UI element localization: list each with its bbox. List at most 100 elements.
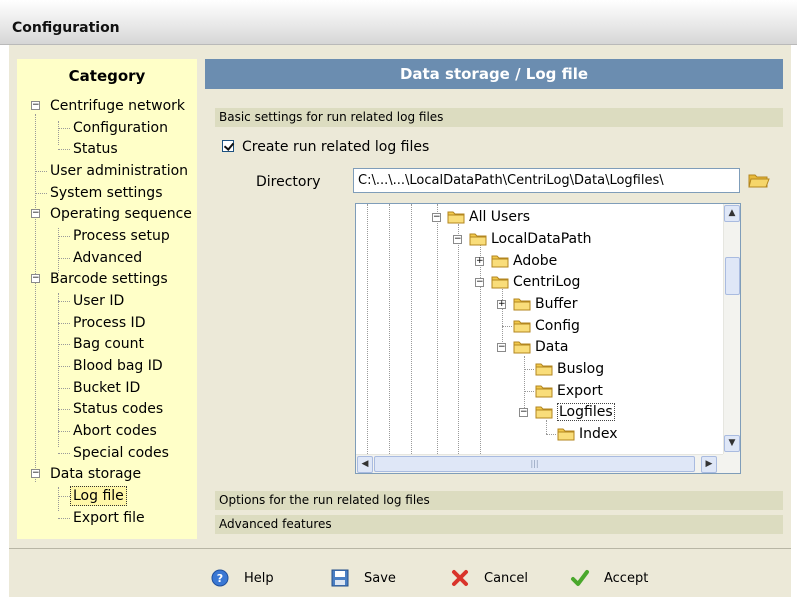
- tree-node-config[interactable]: Config: [513, 317, 580, 335]
- tree-node-label: LocalDataPath: [491, 231, 592, 247]
- sidebar-item-process-setup[interactable]: Process setup: [73, 227, 170, 245]
- sidebar-item-status[interactable]: Status: [73, 140, 118, 158]
- folder-icon: [535, 406, 553, 419]
- sidebar-item-configuration[interactable]: Configuration: [73, 119, 168, 137]
- sidebar-item-log-file[interactable]: Log file: [70, 486, 127, 506]
- sidebar-item-system-settings[interactable]: System settings: [50, 184, 163, 202]
- sidebar-item-barcode-settings[interactable]: Barcode settings: [50, 270, 168, 288]
- tree-line: [35, 171, 47, 172]
- tree-line: [58, 409, 70, 410]
- scroll-left-icon[interactable]: ◀: [357, 456, 373, 473]
- sidebar-item-bag-count[interactable]: Bag count: [73, 335, 144, 353]
- folder-icon: [469, 233, 487, 246]
- tree-node-localdatapath[interactable]: LocalDataPath: [469, 230, 591, 248]
- sidebar-item-abort-codes[interactable]: Abort codes: [73, 422, 157, 440]
- checkbox-label: Create run related log files: [242, 139, 430, 155]
- tree-line: [502, 284, 503, 348]
- save-label: Save: [364, 571, 396, 586]
- tree-line: [58, 301, 70, 302]
- tree-toggle[interactable]: −: [453, 235, 462, 244]
- tree-toggle[interactable]: −: [497, 343, 506, 352]
- tree-node-label: Config: [535, 318, 580, 334]
- sidebar-item-export-file[interactable]: Export file: [73, 509, 145, 527]
- tree-line: [524, 391, 534, 392]
- tree-line: [58, 366, 70, 367]
- collapse-toggle[interactable]: −: [31, 469, 40, 478]
- tree-line: [458, 224, 459, 456]
- tree-line: [58, 228, 59, 273]
- footer-divider: [9, 548, 791, 549]
- tree-line: [58, 258, 70, 259]
- directory-field[interactable]: C:\...\...\LocalDataPath\CentriLog\Data\…: [353, 168, 740, 193]
- tree-toggle[interactable]: −: [432, 213, 441, 222]
- scroll-up-icon[interactable]: ▲: [724, 205, 740, 222]
- sidebar-item-status-codes[interactable]: Status codes: [73, 400, 163, 418]
- tree-line: [389, 204, 390, 456]
- tree-toggle[interactable]: −: [475, 278, 484, 287]
- sidebar-item-process-id[interactable]: Process ID: [73, 314, 145, 332]
- tree-toggle[interactable]: −: [519, 408, 528, 417]
- section-advanced-features[interactable]: Advanced features: [215, 515, 783, 534]
- folder-tree[interactable]: − All Users − LocalDataPath + Adobe − Ce…: [355, 203, 741, 474]
- help-label: Help: [244, 571, 274, 586]
- accept-button[interactable]: Accept: [570, 566, 648, 592]
- cancel-button[interactable]: Cancel: [450, 566, 528, 592]
- sidebar-item-blood-bag-id[interactable]: Blood bag ID: [73, 357, 163, 375]
- sidebar-item-special-codes[interactable]: Special codes: [73, 444, 169, 462]
- tree-node-export[interactable]: Export: [535, 382, 603, 400]
- save-button[interactable]: Save: [330, 566, 396, 592]
- sidebar-item-user-id[interactable]: User ID: [73, 292, 124, 310]
- collapse-toggle[interactable]: −: [31, 209, 40, 218]
- sidebar-item-centrifuge-network[interactable]: Centrifuge network: [50, 97, 185, 115]
- tree-node-adobe[interactable]: Adobe: [491, 252, 557, 270]
- cancel-icon: [450, 568, 470, 588]
- window-frame-right: [791, 45, 797, 597]
- collapse-toggle[interactable]: −: [31, 274, 40, 283]
- tree-node-data[interactable]: Data: [513, 338, 568, 356]
- tree-node-all-users[interactable]: All Users: [447, 208, 530, 226]
- folder-icon: [535, 385, 553, 398]
- vertical-scroll-thumb[interactable]: [725, 257, 740, 295]
- browse-folder-icon[interactable]: [748, 171, 770, 189]
- panel-title: Data storage / Log file: [205, 59, 783, 89]
- help-button[interactable]: ? Help: [210, 566, 274, 592]
- cancel-label: Cancel: [484, 571, 529, 586]
- scroll-right-icon[interactable]: ▶: [701, 456, 717, 473]
- tree-node-logfiles[interactable]: Logfiles: [535, 403, 615, 421]
- tree-line: [546, 420, 547, 434]
- sidebar-item-advanced[interactable]: Advanced: [73, 249, 142, 267]
- sidebar-item-user-administration[interactable]: User administration: [50, 162, 188, 180]
- folder-icon: [447, 211, 465, 224]
- vertical-scrollbar[interactable]: ▲ ▼: [723, 204, 740, 454]
- sidebar-item-operating-sequence[interactable]: Operating sequence: [50, 205, 192, 223]
- horizontal-scroll-thumb[interactable]: |||: [374, 456, 695, 472]
- sidebar-item-data-storage[interactable]: Data storage: [50, 465, 141, 483]
- tree-line: [58, 496, 70, 497]
- sidebar-item-bucket-id[interactable]: Bucket ID: [73, 379, 140, 397]
- section-options[interactable]: Options for the run related log files: [215, 491, 783, 510]
- create-log-files-checkbox[interactable]: Create run related log files: [222, 138, 429, 156]
- accept-icon: [570, 568, 590, 588]
- folder-icon: [513, 341, 531, 354]
- tree-line: [502, 326, 512, 327]
- checkbox-box[interactable]: [222, 140, 234, 152]
- title-bar: Configuration: [0, 0, 797, 45]
- horizontal-scrollbar[interactable]: ◀ ||| ▶: [356, 454, 724, 473]
- tree-line: [58, 149, 70, 150]
- folder-icon: [491, 276, 509, 289]
- scroll-down-icon[interactable]: ▼: [724, 435, 740, 452]
- scrollbar-corner: [723, 454, 740, 473]
- directory-label: Directory: [256, 174, 321, 190]
- tree-toggle[interactable]: +: [475, 257, 484, 266]
- tree-line: [58, 431, 70, 432]
- tree-line: [437, 204, 438, 456]
- tree-node-buslog[interactable]: Buslog: [535, 360, 604, 378]
- tree-node-label: Logfiles: [557, 403, 615, 421]
- tree-node-index[interactable]: Index: [557, 425, 618, 443]
- collapse-toggle[interactable]: −: [31, 101, 40, 110]
- section-basic-settings[interactable]: Basic settings for run related log files: [215, 108, 783, 127]
- tree-node-buffer[interactable]: Buffer: [513, 295, 578, 313]
- tree-toggle[interactable]: +: [497, 300, 506, 309]
- tree-node-centrilog[interactable]: CentriLog: [491, 273, 580, 291]
- tree-line: [524, 369, 534, 370]
